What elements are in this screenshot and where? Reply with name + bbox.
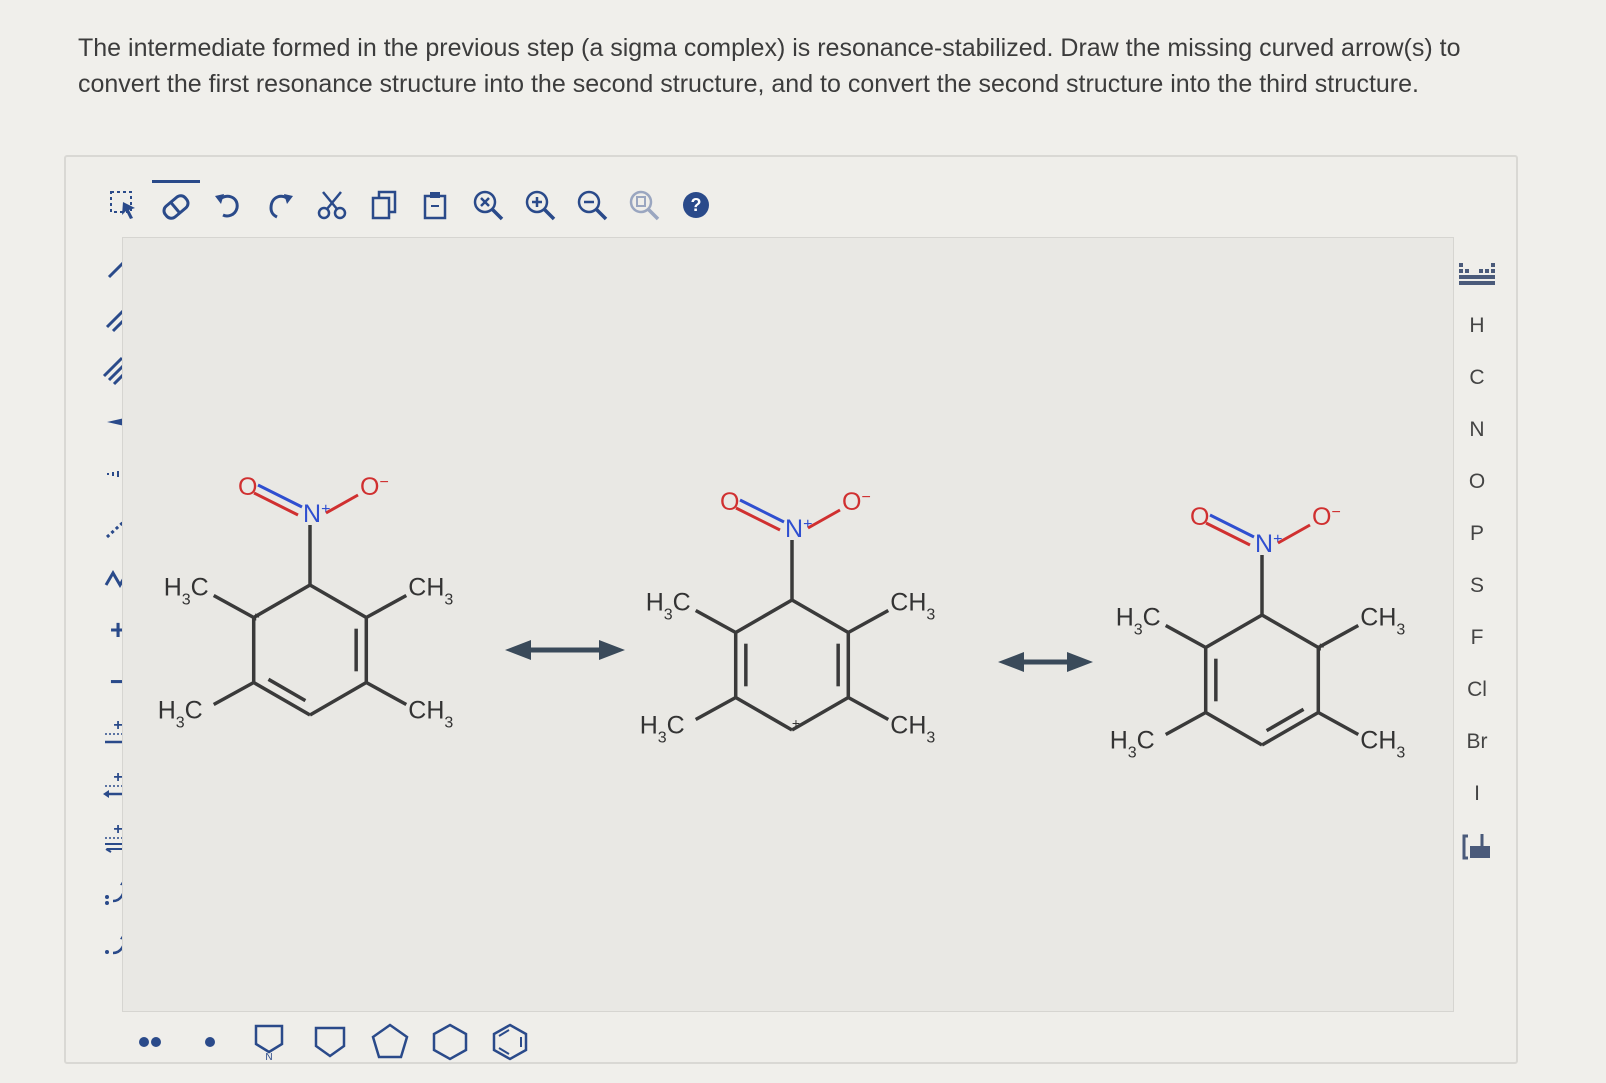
cyclohexane-icon[interactable]	[425, 1018, 475, 1066]
bond	[309, 583, 368, 620]
methyl-lower-right: CH3	[890, 712, 935, 747]
methyl-upper-left: H3C	[646, 589, 691, 624]
arrow-head-left	[998, 652, 1024, 672]
nitrogen-label: N+	[1255, 530, 1282, 558]
methyl-upper-left: H3C	[1116, 604, 1161, 639]
template-icon[interactable]	[1446, 820, 1508, 872]
radical-icon[interactable]	[185, 1018, 235, 1066]
bond	[267, 677, 307, 703]
methyl-lower-right: CH3	[1360, 727, 1405, 762]
bond	[791, 695, 850, 732]
methyl-upper-right: CH3	[408, 574, 453, 609]
bond	[1164, 710, 1207, 737]
resonance-structure-1: +N+O O−H3CH3CCH3CH3	[158, 473, 454, 731]
bond	[253, 491, 299, 517]
bond	[252, 583, 311, 620]
element-f-button[interactable]: F	[1446, 612, 1508, 664]
arrow-head-left	[505, 640, 531, 660]
bond	[1277, 523, 1311, 545]
benzene-icon[interactable]	[485, 1018, 535, 1066]
cyclopropane-icon[interactable]: N	[245, 1018, 295, 1066]
resonance-arrow-1	[505, 640, 625, 660]
bond	[739, 498, 785, 524]
nitrogen-label: N+	[785, 515, 812, 543]
bond	[1204, 710, 1263, 747]
bond	[365, 593, 408, 620]
element-i-button[interactable]: I	[1446, 768, 1508, 820]
oxygen-minus-label: O−	[360, 473, 389, 501]
bond	[694, 608, 737, 635]
svg-text:N: N	[265, 1052, 272, 1062]
bond	[1164, 623, 1207, 650]
bond	[1317, 623, 1360, 650]
element-o-button[interactable]: O	[1446, 456, 1508, 508]
methyl-upper-left: H3C	[164, 574, 209, 609]
methyl-lower-left: H3C	[158, 697, 203, 732]
bond	[212, 680, 255, 707]
element-n-button[interactable]: N	[1446, 404, 1508, 456]
element-tools: H C N O P S F Cl Br I	[1446, 248, 1508, 872]
resonance-structure-3: +N+OO−H3CH3CCH3CH3	[1110, 503, 1406, 761]
element-c-button[interactable]: C	[1446, 352, 1508, 404]
bond	[309, 680, 368, 717]
methyl-lower-right: CH3	[408, 697, 453, 732]
bond	[1265, 707, 1305, 733]
bond	[325, 493, 359, 515]
resonance-structures: +N+OO−H3CH3CCH3CH3+N+OO−H3CH3CCH3CH3+N+O…	[158, 473, 1406, 761]
bond	[212, 593, 255, 620]
lone-pair-icon[interactable]	[125, 1018, 175, 1066]
bond	[1204, 613, 1263, 650]
bond	[365, 680, 408, 707]
oxygen-minus-label: O−	[1312, 503, 1341, 531]
bond	[1209, 513, 1255, 539]
bond	[847, 608, 890, 635]
bond	[734, 598, 793, 635]
element-h-button[interactable]: H	[1446, 300, 1508, 352]
bond	[694, 695, 737, 722]
oxygen-minus-label: O−	[842, 488, 871, 516]
methyl-upper-right: CH3	[890, 589, 935, 624]
oxygen-double-label: O	[238, 473, 257, 501]
element-p-button[interactable]: P	[1446, 508, 1508, 560]
bond	[791, 598, 850, 635]
arrow-head-right	[1067, 652, 1093, 672]
element-s-button[interactable]: S	[1446, 560, 1508, 612]
bond	[807, 508, 841, 530]
bond	[735, 506, 781, 532]
nitrogen-label: N+	[303, 500, 330, 528]
methyl-lower-left: H3C	[1110, 727, 1155, 762]
methyl-lower-left: H3C	[640, 712, 685, 747]
element-br-button[interactable]: Br	[1446, 716, 1508, 768]
ring-plus-charge: +	[792, 715, 800, 731]
bond	[1317, 710, 1360, 737]
periodic-table-icon[interactable]	[1446, 248, 1508, 300]
resonance-arrow-2	[998, 652, 1093, 672]
bond	[1205, 521, 1251, 547]
bond	[734, 695, 793, 732]
arrow-head-right	[599, 640, 625, 660]
oxygen-double-label: O	[1190, 503, 1209, 531]
bond	[847, 695, 890, 722]
resonance-structure-2: + N+ O O− H3C H3C CH3 CH3	[640, 488, 936, 746]
cyclopentane-icon[interactable]	[365, 1018, 415, 1066]
element-cl-button[interactable]: Cl	[1446, 664, 1508, 716]
ring-tools: N	[125, 1018, 535, 1066]
element-list: H C N O P S F Cl Br I	[1446, 300, 1508, 820]
bond	[1261, 613, 1320, 650]
oxygen-double-label: O	[720, 488, 739, 516]
methyl-upper-right: CH3	[1360, 604, 1405, 639]
bond	[257, 483, 303, 509]
cyclobutane-icon[interactable]	[305, 1018, 355, 1066]
